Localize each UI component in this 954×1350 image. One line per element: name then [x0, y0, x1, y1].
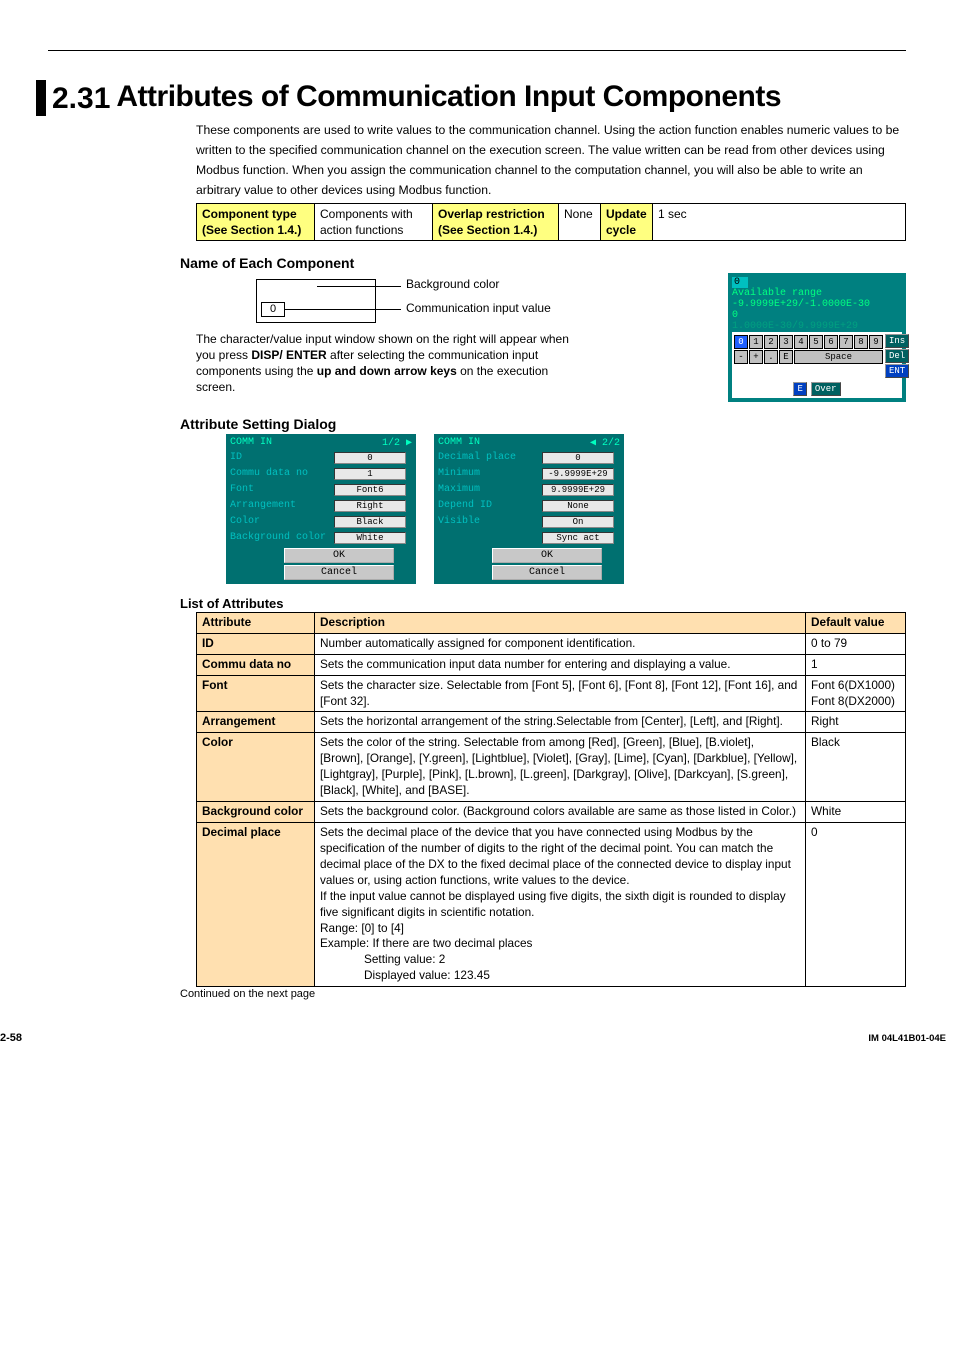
- digit-key[interactable]: 6: [824, 335, 838, 349]
- digit-key[interactable]: 4: [794, 335, 808, 349]
- ct-header-update: Update cycle: [601, 203, 653, 240]
- attr-name: Commu data no: [197, 654, 315, 675]
- e-button[interactable]: E: [793, 382, 806, 396]
- comm-input-value[interactable]: 0: [261, 302, 285, 317]
- attr-desc: Sets the character size. Selectable from…: [315, 675, 806, 712]
- attr-name: Decimal place: [197, 823, 315, 987]
- page-number: 2-58: [0, 1032, 22, 1044]
- ct-header-overlap: Overlap restriction (See Section 1.4.): [433, 203, 559, 240]
- attr-name: Font: [197, 675, 315, 712]
- attr-desc: Sets the decimal place of the device tha…: [315, 823, 806, 987]
- attr-default: Font 6(DX1000)Font 8(DX2000): [806, 675, 906, 712]
- attr-default: Black: [806, 733, 906, 802]
- dialog-field[interactable]: -9.9999E+29: [542, 468, 614, 480]
- attr-default: Right: [806, 712, 906, 733]
- attr-desc: Number automatically assigned for compon…: [315, 633, 806, 654]
- leader-bg-color: Background color: [406, 277, 499, 291]
- ct-value-type: Components with action functions: [315, 203, 433, 240]
- section-number: 2.31: [52, 80, 110, 116]
- component-type-table: Component type (See Section 1.4.) Compon…: [196, 203, 906, 241]
- attr-name: ID: [197, 633, 315, 654]
- section-heading: 2.31 Attributes of Communication Input C…: [36, 80, 906, 116]
- attr-name: Background color: [197, 802, 315, 823]
- attributes-table: Attribute Description Default value IDNu…: [196, 612, 906, 987]
- digit-key[interactable]: 3: [779, 335, 793, 349]
- attr-desc: Sets the background color. (Background c…: [315, 802, 806, 823]
- attribute-dialog-1[interactable]: COMM IN1/2 ▶ ID0Commu data no1FontFont6A…: [226, 434, 416, 584]
- digit-key[interactable]: 2: [764, 335, 778, 349]
- document-id: IM 04L41B01-04E: [868, 1033, 946, 1044]
- input-popup[interactable]: 0 Available range -9.9999E+29/-1.0000E-3…: [728, 273, 906, 402]
- section-name-each: Name of Each Component: [180, 255, 906, 271]
- dialog-field[interactable]: Sync act: [542, 532, 614, 544]
- dialog-field[interactable]: Font6: [334, 484, 406, 496]
- dialog-field[interactable]: None: [542, 500, 614, 512]
- attribute-dialog-2[interactable]: COMM IN◀ 2/2 Decimal place0Minimum-9.999…: [434, 434, 624, 584]
- dialog-field[interactable]: White: [334, 532, 406, 544]
- attr-desc: Sets the communication input data number…: [315, 654, 806, 675]
- attr-name: Arrangement: [197, 712, 315, 733]
- dialog-field[interactable]: Right: [334, 500, 406, 512]
- dialog-field[interactable]: 1: [334, 468, 406, 480]
- leader-comm-input: Communication input value: [406, 301, 551, 315]
- keypad-symbols[interactable]: -+.E Space: [734, 350, 883, 364]
- dialog-field[interactable]: 9.9999E+29: [542, 484, 614, 496]
- section-list-attr: List of Attributes: [180, 596, 906, 611]
- dialog-field[interactable]: 0: [542, 452, 614, 464]
- attr-name: Color: [197, 733, 315, 802]
- section-attr-setting: Attribute Setting Dialog: [180, 416, 906, 432]
- dialog-field[interactable]: Black: [334, 516, 406, 528]
- digit-key[interactable]: 1: [749, 335, 763, 349]
- th-description: Description: [315, 612, 806, 633]
- over-button[interactable]: Over: [811, 382, 841, 396]
- space-button[interactable]: Space: [794, 350, 883, 364]
- section-title: Attributes of Communication Input Compon…: [116, 80, 781, 114]
- blurb-text: The character/value input window shown o…: [196, 331, 576, 396]
- continued-note: Continued on the next page: [180, 988, 906, 1000]
- ent-button[interactable]: ENT: [885, 364, 909, 378]
- dialog-field[interactable]: On: [542, 516, 614, 528]
- digit-key[interactable]: 7: [839, 335, 853, 349]
- dialog-field[interactable]: 0: [334, 452, 406, 464]
- attr-desc: Sets the horizontal arrangement of the s…: [315, 712, 806, 733]
- attr-default: 0: [806, 823, 906, 987]
- attr-default: White: [806, 802, 906, 823]
- cancel-button[interactable]: Cancel: [284, 565, 394, 580]
- digit-key[interactable]: 8: [854, 335, 868, 349]
- digit-key[interactable]: 9: [869, 335, 883, 349]
- ins-button[interactable]: Ins: [885, 334, 909, 348]
- ok-button[interactable]: OK: [284, 548, 394, 563]
- th-default: Default value: [806, 612, 906, 633]
- attr-default: 1: [806, 654, 906, 675]
- del-button[interactable]: Del: [885, 349, 909, 363]
- digit-key[interactable]: 5: [809, 335, 823, 349]
- ok-button[interactable]: OK: [492, 548, 602, 563]
- cancel-button[interactable]: Cancel: [492, 565, 602, 580]
- component-illustration: 0 Background color Communication input v…: [256, 273, 376, 323]
- th-attribute: Attribute: [197, 612, 315, 633]
- ct-header-type: Component type (See Section 1.4.): [197, 203, 315, 240]
- ct-value-update: 1 sec: [653, 203, 906, 240]
- attr-desc: Sets the color of the string. Selectable…: [315, 733, 806, 802]
- intro-paragraph: These components are used to write value…: [196, 120, 906, 201]
- keypad-digits[interactable]: 0123456789: [734, 335, 883, 349]
- digit-key[interactable]: 0: [734, 335, 748, 349]
- ct-value-overlap: None: [559, 203, 601, 240]
- attr-default: 0 to 79: [806, 633, 906, 654]
